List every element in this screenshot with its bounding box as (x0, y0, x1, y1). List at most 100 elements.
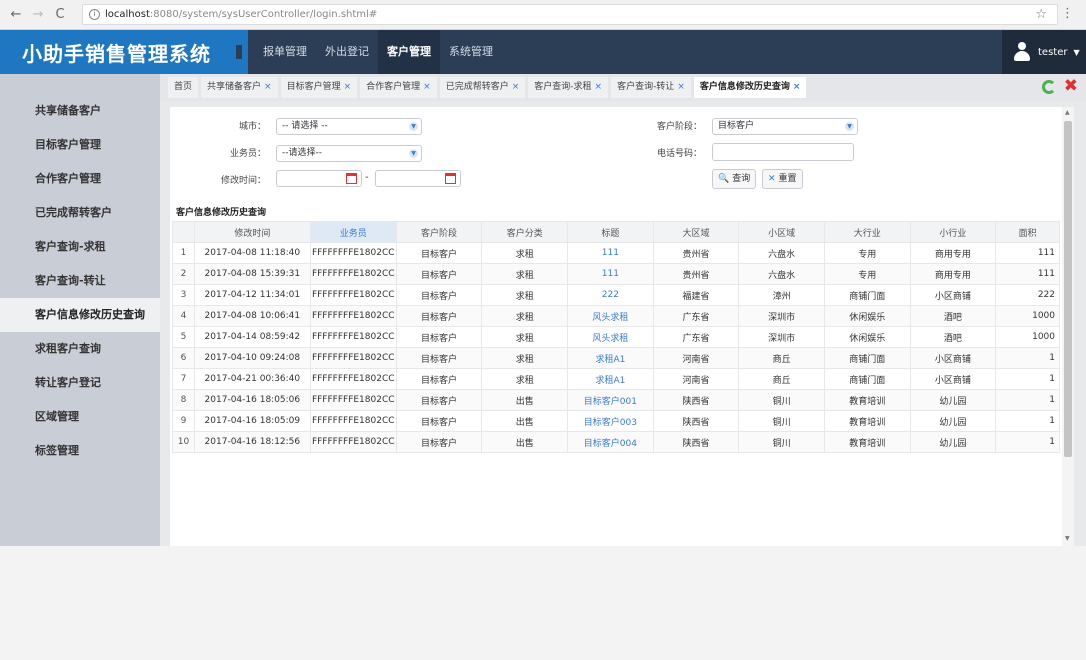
tab[interactable]: 目标客户管理 × (280, 77, 358, 98)
title-link[interactable]: 111 (567, 263, 654, 285)
title-link[interactable]: 风头求租 (567, 305, 654, 327)
title-link[interactable]: 目标客户003 (567, 410, 654, 432)
column-header[interactable]: 面积 (995, 221, 1060, 243)
user-menu[interactable]: tester ▼ (1002, 30, 1086, 74)
table-row[interactable]: 8 2017-04-16 18:05:06 FFFFFFFFE1802CC 目标客户出… (172, 389, 1060, 411)
column-header[interactable] (172, 221, 195, 243)
tab[interactable]: 合作客户管理 × (360, 77, 437, 98)
info-icon[interactable]: i (89, 9, 100, 20)
scroll-up-icon[interactable]: ▲ (1065, 109, 1070, 116)
tab[interactable]: 客户查询-转让 × (611, 77, 691, 98)
table-row[interactable]: 5 2017-04-14 08:59:42 FFFFFFFFE1802CC 目标客户求… (172, 326, 1060, 348)
table-row[interactable]: 4 2017-04-08 10:06:41 FFFFFFFFE1802CC 目标客户求… (172, 305, 1060, 327)
scroll-down-icon[interactable]: ▼ (1065, 535, 1070, 542)
tab-label: 共享储备客户 (207, 82, 262, 92)
forward-button[interactable]: → (28, 7, 48, 22)
sidebar-item[interactable]: 标签管理 (0, 434, 160, 468)
title-link[interactable]: 目标客户004 (567, 431, 654, 453)
search-button[interactable]: 🔍 查询 (712, 169, 757, 189)
table-cell: 求租 (481, 263, 569, 285)
column-header[interactable]: 标题 (567, 221, 654, 243)
sidebar-item[interactable]: 合作客户管理 (0, 162, 160, 196)
column-header[interactable]: 小行业 (909, 221, 997, 243)
tab-close-icon[interactable]: × (793, 82, 801, 92)
title-link[interactable]: 求租A1 (567, 368, 654, 390)
sidebar-item[interactable]: 共享储备客户 (0, 94, 160, 128)
sidebar-item[interactable]: 客户查询-转让 (0, 264, 160, 298)
reset-button[interactable]: ✕ 重置 (762, 169, 803, 189)
tab-close-icon[interactable]: × (677, 82, 685, 92)
table-row[interactable]: 3 2017-04-12 11:34:01 FFFFFFFFE1802CC 目标客户求… (172, 284, 1060, 306)
sidebar-item[interactable]: 目标客户管理 (0, 128, 160, 162)
tab-close-icon[interactable]: × (264, 82, 272, 92)
table-cell: 深圳市 (738, 326, 825, 348)
table-cell: 1 (995, 347, 1060, 369)
table-row[interactable]: 1 2017-04-08 11:18:40 FFFFFFFFE1802CC 目标客户求… (172, 242, 1060, 264)
title-link[interactable]: 222 (567, 284, 654, 306)
end-date-input[interactable] (375, 170, 461, 187)
table-row[interactable]: 9 2017-04-16 18:05:09 FFFFFFFFE1802CC 目标客户出… (172, 410, 1060, 432)
top-nav-item[interactable]: 客户管理 (378, 30, 440, 74)
tab[interactable]: 客户信息修改历史查询 × (693, 77, 807, 98)
table-cell: 求租 (481, 347, 569, 369)
table-cell: 贵州省 (652, 242, 740, 264)
column-header[interactable]: 小区域 (738, 221, 825, 243)
stage-select[interactable]: 目标客户 ▼ (712, 118, 858, 135)
sidebar-item[interactable]: 客户查询-求租 (0, 230, 160, 264)
table-cell: FFFFFFFFE1802CC (309, 410, 397, 432)
phone-input[interactable] (712, 143, 854, 161)
tab-close-icon[interactable]: × (344, 82, 352, 92)
sidebar-item[interactable]: 转让客户登记 (0, 366, 160, 400)
tab-close-icon[interactable]: × (595, 82, 603, 92)
sidebar-item[interactable]: 已完成帮转客户 (0, 196, 160, 230)
refresh-icon[interactable] (1042, 80, 1056, 94)
column-header[interactable]: 业务员 (309, 221, 397, 243)
tab-close-icon[interactable]: × (423, 82, 431, 92)
tab[interactable]: 已完成帮转客户 × (439, 77, 526, 98)
address-bar[interactable]: i localhost:8080/system/sysUserControlle… (82, 4, 1058, 25)
column-header[interactable]: 客户分类 (481, 221, 569, 243)
city-select[interactable]: -- 请选择 -- ▼ (276, 118, 422, 135)
salesman-select[interactable]: --请选择-- ▼ (276, 145, 422, 162)
sidebar-item[interactable]: 区域管理 (0, 400, 160, 434)
title-link[interactable]: 目标客户001 (567, 389, 654, 411)
tab[interactable]: 共享储备客户 × (201, 77, 278, 98)
table-cell: 求租 (481, 284, 569, 306)
table-cell: 铜川 (738, 389, 825, 411)
reload-button[interactable]: C (50, 7, 70, 22)
start-date-input[interactable] (276, 170, 362, 187)
table-cell: 商用专用 (909, 242, 997, 264)
tab[interactable]: 首页 (168, 77, 199, 98)
top-nav-item[interactable]: 系统管理 (440, 30, 502, 74)
top-nav-item[interactable]: 报单管理 (254, 30, 316, 74)
table-row[interactable]: 2 2017-04-08 15:39:31 FFFFFFFFE1802CC 目标客户求… (172, 263, 1060, 285)
table-cell: FFFFFFFFE1802CC (309, 284, 397, 306)
calendar-icon[interactable] (445, 173, 456, 184)
close-all-tabs-icon[interactable]: ✖ (1064, 76, 1078, 96)
sidebar-item[interactable]: 客户信息修改历史查询 (0, 298, 160, 332)
title-link[interactable]: 111 (567, 242, 654, 264)
table-row[interactable]: 7 2017-04-21 00:36:40 FFFFFFFFE1802CC 目标客户求… (172, 368, 1060, 390)
tab[interactable]: 客户查询-求租 × (528, 77, 609, 98)
column-header[interactable]: 大行业 (823, 221, 911, 243)
column-header[interactable]: 客户阶段 (395, 221, 483, 243)
scrollbar-thumb[interactable] (1064, 121, 1072, 457)
table-cell: 10 (172, 431, 195, 453)
tab-close-icon[interactable]: × (512, 82, 520, 92)
user-icon (1014, 42, 1030, 62)
title-link[interactable]: 求租A1 (567, 347, 654, 369)
history-table: 修改时间 业务员 客户阶段 客户分类 标题 大区域 小区域 大行业 小行业 面积 1 2017-04… (172, 221, 1060, 453)
vertical-scrollbar[interactable]: ▲ ▼ (1062, 107, 1074, 546)
sidebar-item[interactable]: 求租客户查询 (0, 332, 160, 366)
table-cell: FFFFFFFFE1802CC (309, 242, 397, 264)
bookmark-star-icon[interactable]: ☆ (1035, 7, 1047, 22)
calendar-icon[interactable] (346, 173, 357, 184)
table-row[interactable]: 6 2017-04-10 09:24:08 FFFFFFFFE1802CC 目标客户求… (172, 347, 1060, 369)
back-button[interactable]: ← (6, 7, 26, 22)
title-link[interactable]: 风头求租 (567, 326, 654, 348)
browser-menu-icon[interactable]: ⋮ (1061, 6, 1074, 21)
top-nav-item[interactable]: 外出登记 (316, 30, 378, 74)
table-row[interactable]: 10 2017-04-16 18:12:56 FFFFFFFFE1802CC 目标客户… (172, 431, 1060, 453)
column-header[interactable]: 大区域 (652, 221, 740, 243)
column-header[interactable]: 修改时间 (193, 221, 311, 243)
